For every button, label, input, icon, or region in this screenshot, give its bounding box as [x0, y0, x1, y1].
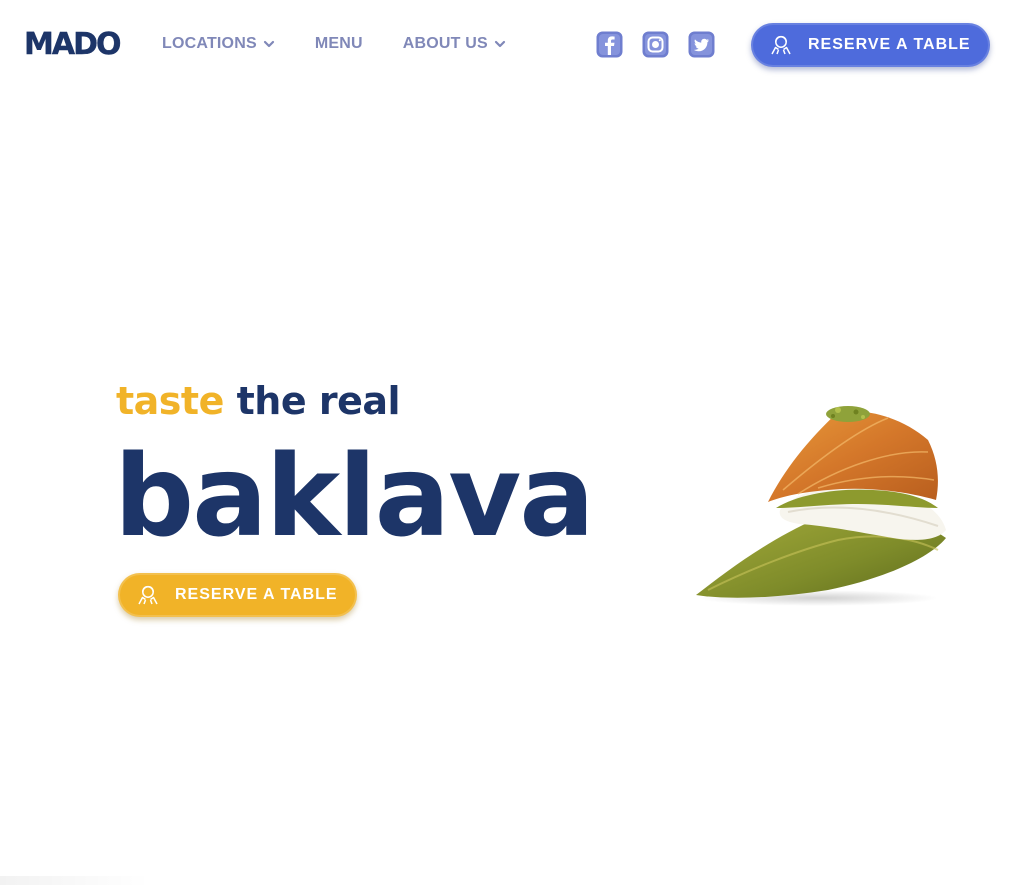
- hero-subtitle-accent: taste: [116, 379, 224, 423]
- hero-reserve-label: RESERVE A TABLE: [175, 586, 338, 603]
- instagram-icon[interactable]: [642, 31, 669, 58]
- header-reserve-button[interactable]: RESERVE A TABLE: [751, 23, 990, 67]
- chevron-down-icon: [494, 38, 506, 50]
- header-reserve-label: RESERVE A TABLE: [808, 36, 971, 53]
- hero-subtitle: taste the real: [116, 378, 401, 424]
- site-header: MADO LOCATIONS MENU ABOUT US RESERVE A T…: [0, 0, 1021, 90]
- footer-edge-shadow: [0, 876, 150, 885]
- nav-item-menu[interactable]: MENU: [315, 33, 363, 55]
- hero-title: baklava: [114, 432, 595, 562]
- baklava-image: [696, 406, 946, 606]
- social-links: [596, 31, 734, 58]
- hero-subtitle-rest: the real: [236, 379, 401, 423]
- nav-item-locations[interactable]: LOCATIONS: [162, 33, 275, 55]
- facebook-icon[interactable]: [596, 31, 623, 58]
- chevron-down-icon: [263, 38, 275, 50]
- logo[interactable]: MADO: [24, 27, 122, 62]
- nav-item-label: LOCATIONS: [162, 35, 257, 52]
- nav-item-label: ABOUT US: [402, 35, 488, 52]
- page: MADO LOCATIONS MENU ABOUT US RESERVE A T…: [0, 0, 1021, 885]
- nav-item-about-us[interactable]: ABOUT US: [403, 33, 506, 55]
- nav-item-label: MENU: [314, 35, 363, 52]
- reserve-table-icon: [137, 584, 159, 606]
- hero-reserve-button[interactable]: RESERVE A TABLE: [118, 573, 357, 617]
- twitter-icon[interactable]: [688, 31, 715, 58]
- reserve-table-icon: [770, 34, 792, 56]
- main-nav: LOCATIONS MENU ABOUT US: [162, 33, 506, 55]
